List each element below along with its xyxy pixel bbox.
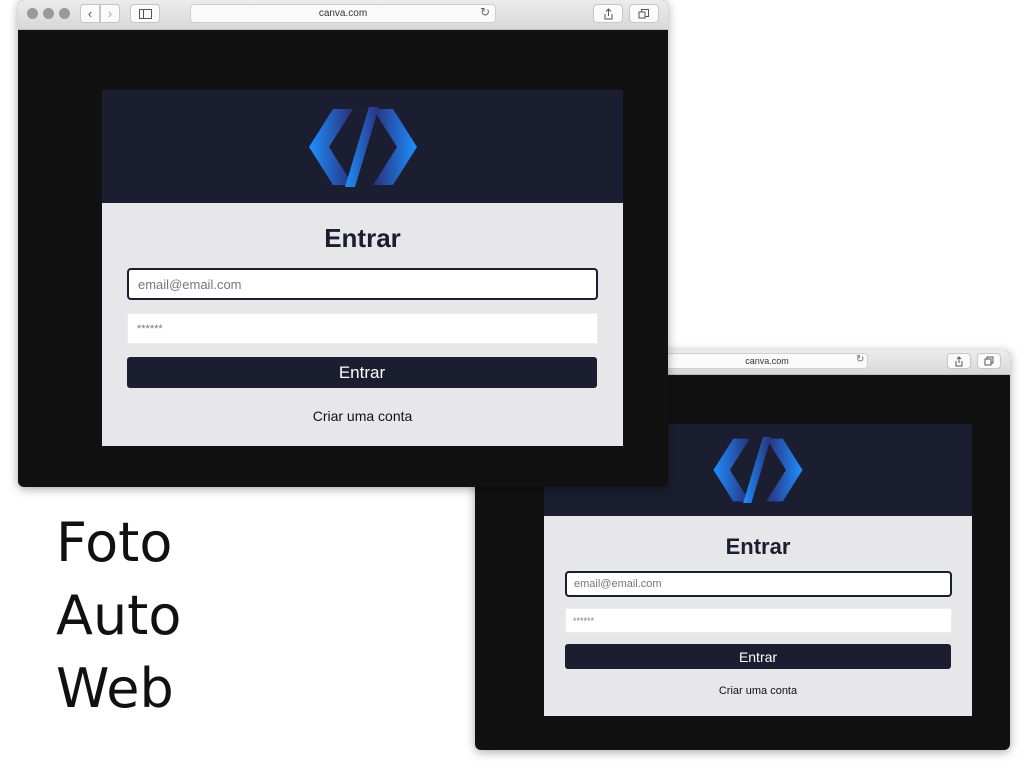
reload-icon[interactable]: ↻ bbox=[480, 5, 490, 19]
back-button[interactable]: ‹ bbox=[80, 4, 100, 23]
email-placeholder: email@email.com bbox=[574, 578, 662, 590]
login-card: Entrar email@email.com ****** Entrar Cri… bbox=[102, 90, 623, 446]
email-placeholder: email@email.com bbox=[138, 276, 242, 292]
url-text: canva.com bbox=[318, 8, 368, 19]
email-field[interactable]: email@email.com bbox=[127, 268, 598, 300]
tabs-icon bbox=[638, 9, 649, 19]
zoom-window-button[interactable] bbox=[59, 8, 70, 19]
forward-arrow-icon: › bbox=[107, 6, 113, 21]
password-field[interactable]: ****** bbox=[565, 608, 952, 633]
browser-window-front: ‹ › canva.com ↻ Entrar email@email.com *… bbox=[18, 0, 668, 487]
login-submit-button[interactable]: Entrar bbox=[565, 644, 951, 669]
share-icon bbox=[604, 7, 612, 19]
password-field[interactable]: ****** bbox=[127, 313, 598, 344]
password-placeholder: ****** bbox=[573, 615, 595, 626]
sidebar-button[interactable] bbox=[130, 4, 160, 23]
forward-button[interactable]: › bbox=[100, 4, 120, 23]
url-text: canva.com bbox=[745, 356, 789, 366]
code-logo-icon bbox=[308, 106, 417, 187]
browser-toolbar: ‹ › canva.com ↻ bbox=[18, 0, 668, 30]
tabs-icon bbox=[984, 356, 993, 366]
caption-line-auto: Auto bbox=[56, 584, 182, 647]
minimize-window-button[interactable] bbox=[43, 8, 54, 19]
share-icon bbox=[955, 355, 963, 366]
url-bar[interactable]: canva.com bbox=[666, 353, 868, 369]
url-bar[interactable]: canva.com bbox=[190, 4, 496, 23]
share-button[interactable] bbox=[593, 4, 623, 23]
sidebar-icon bbox=[138, 8, 152, 19]
login-title: Entrar bbox=[725, 534, 791, 559]
close-window-button[interactable] bbox=[27, 8, 38, 19]
create-account-link[interactable]: Criar uma conta bbox=[102, 408, 623, 424]
tabs-button[interactable] bbox=[977, 353, 1001, 369]
code-logo-icon bbox=[713, 437, 803, 503]
back-arrow-icon: ‹ bbox=[87, 6, 93, 21]
login-submit-button[interactable]: Entrar bbox=[127, 357, 597, 388]
create-account-link[interactable]: Criar uma conta bbox=[544, 685, 972, 697]
share-button[interactable] bbox=[947, 353, 971, 369]
caption-line-web: Web bbox=[56, 657, 174, 720]
caption-line-foto: Foto bbox=[56, 511, 173, 574]
reload-icon[interactable]: ↻ bbox=[856, 354, 864, 365]
card-header bbox=[102, 90, 623, 203]
email-field[interactable]: email@email.com bbox=[565, 571, 952, 597]
login-title: Entrar bbox=[324, 223, 401, 253]
tabs-button[interactable] bbox=[629, 4, 659, 23]
password-placeholder: ****** bbox=[137, 322, 163, 335]
